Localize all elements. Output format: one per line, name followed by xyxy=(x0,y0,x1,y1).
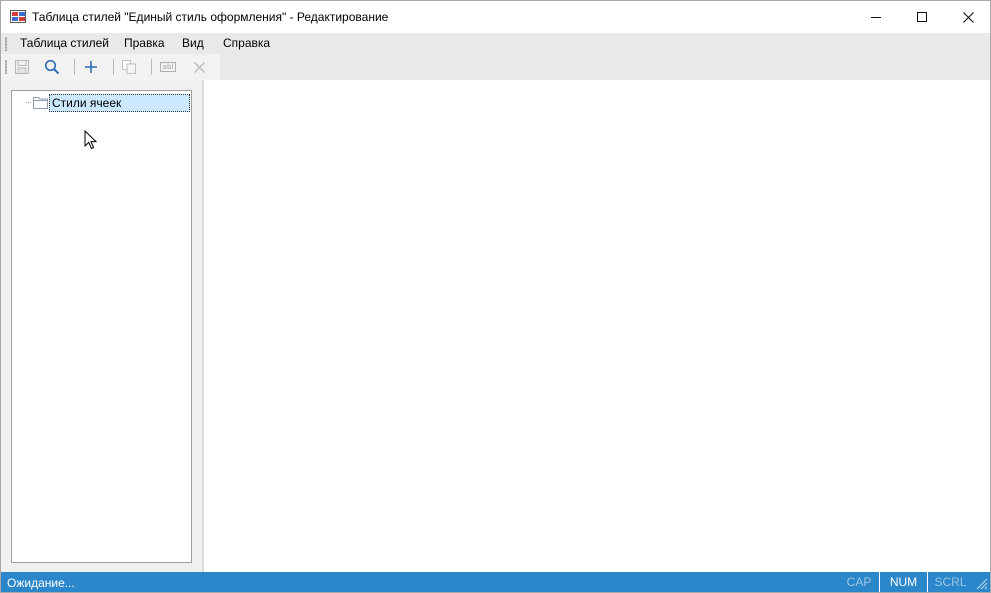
menu-grip-handle[interactable] xyxy=(5,37,7,51)
client-area: Стили ячеек xyxy=(1,80,990,572)
tree-item-label: Стили ячеек xyxy=(49,94,190,112)
toolbar-separator xyxy=(113,59,114,75)
toolbar-grip-handle[interactable] xyxy=(5,60,7,74)
window-title: Таблица стилей "Единый стиль оформления"… xyxy=(32,10,389,24)
status-text: Ожидание... xyxy=(7,576,75,590)
title-bar: Таблица стилей "Единый стиль оформления"… xyxy=(1,1,990,33)
scroll-lock-indicator: SCRL xyxy=(927,572,973,592)
close-icon xyxy=(962,11,974,23)
copy-icon xyxy=(122,60,136,74)
search-icon xyxy=(44,59,60,75)
folder-icon xyxy=(33,97,48,109)
mouse-cursor-icon xyxy=(84,130,98,150)
resize-grip-icon[interactable] xyxy=(976,578,988,590)
status-bar: Ожидание... CAP NUM SCRL xyxy=(1,572,990,592)
minimize-button[interactable] xyxy=(853,1,899,33)
search-button[interactable] xyxy=(42,57,62,77)
styles-tree-panel[interactable]: Стили ячеек xyxy=(11,90,192,563)
delete-icon xyxy=(193,61,205,73)
copy-style-button[interactable] xyxy=(119,57,139,77)
rename-style-button[interactable]: abl xyxy=(158,57,178,77)
toolbar-strip: abl xyxy=(1,54,990,80)
tree-item-cell-styles[interactable]: Стили ячеек xyxy=(12,93,192,113)
menu-help[interactable]: Справка xyxy=(221,36,272,50)
minimize-icon xyxy=(871,16,881,18)
menu-edit[interactable]: Правка xyxy=(122,36,167,50)
maximize-button[interactable] xyxy=(899,1,945,33)
tree-connector-line xyxy=(26,102,32,103)
close-button[interactable] xyxy=(945,1,990,33)
toolbar-separator xyxy=(74,59,75,75)
stylesheet-app-icon xyxy=(10,10,26,23)
save-icon xyxy=(15,60,29,74)
menu-bar: Таблица стилей Правка Вид Справка xyxy=(1,33,990,54)
menu-view[interactable]: Вид xyxy=(180,36,206,50)
style-content-panel xyxy=(204,80,990,572)
delete-style-button[interactable] xyxy=(189,57,209,77)
caps-lock-indicator: CAP xyxy=(846,575,872,589)
rename-icon: abl xyxy=(160,62,176,72)
save-button[interactable] xyxy=(12,57,32,77)
plus-icon xyxy=(85,61,97,73)
menu-stylesheet[interactable]: Таблица стилей xyxy=(18,36,111,50)
maximize-icon xyxy=(917,12,927,22)
app-window: Таблица стилей "Единый стиль оформления"… xyxy=(0,0,991,593)
num-lock-indicator: NUM xyxy=(879,572,927,592)
add-style-button[interactable] xyxy=(81,57,101,77)
toolbar-separator xyxy=(151,59,152,75)
toolbar: abl xyxy=(1,54,220,80)
